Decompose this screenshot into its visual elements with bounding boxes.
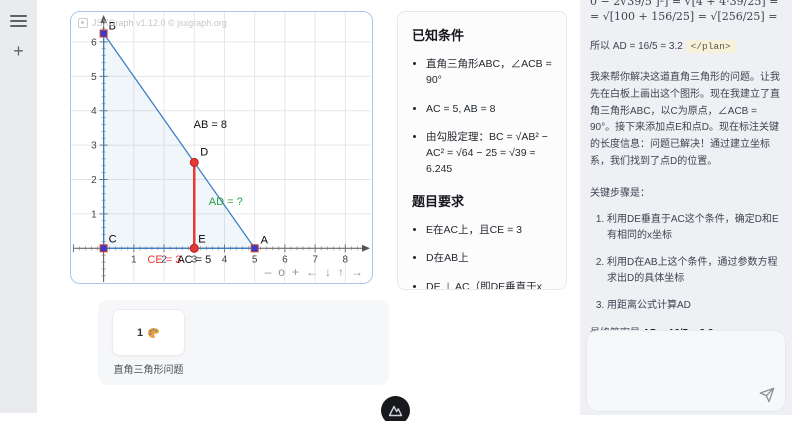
y-tick-label: 6 bbox=[91, 37, 97, 48]
y-tick-label: 2 bbox=[91, 175, 97, 186]
known-condition-item: AC = 5, AB = 8 bbox=[426, 102, 552, 118]
problem-info-panel: 已知条件 直角三角形ABC，∠ACB = 90° AC = 5, AB = 8 由勾… bbox=[397, 11, 567, 290]
watermark-text: JSXGraph v1.12.0 © jsxgraph.org bbox=[92, 18, 227, 28]
graph-nav-control-0[interactable]: – bbox=[265, 266, 272, 278]
palette-icon bbox=[147, 327, 160, 339]
whiteboard-panel: 12345678123456AB = 8AD = ?CE = 3AC = 5BC… bbox=[70, 11, 373, 284]
y-tick-label: 1 bbox=[91, 209, 97, 220]
known-conditions-list: 直角三角形ABC，∠ACB = 90° AC = 5, AB = 8 由勾股定理：B… bbox=[412, 57, 552, 178]
x-tick-label: 1 bbox=[131, 254, 137, 265]
requirement-item: DE ⊥ AC（即DE垂直于x轴） bbox=[426, 280, 552, 290]
assistant-narration: 我来帮你解决这道直角三角形的问题。让我先在白板上画出这个图形。现在我建立了直角三… bbox=[590, 70, 782, 171]
requirement-item: D在AB上 bbox=[426, 251, 552, 267]
math-expression-line: 0 − 2√39/5 ]²] = √[4 + 4·39/25] = √[4 + … bbox=[590, 0, 782, 9]
app-window: + 12345678123456AB = 8AD = ?CE = 3AC = 5… bbox=[0, 0, 799, 421]
graph-nav-control-1[interactable]: o bbox=[278, 266, 285, 278]
graph-nav-control-2[interactable]: + bbox=[292, 266, 299, 278]
key-step-item: 用距离公式计算AD bbox=[607, 298, 782, 314]
point-B[interactable] bbox=[100, 30, 107, 37]
y-tick-label: 5 bbox=[91, 72, 97, 83]
page-title: 直角三角形问题 bbox=[98, 361, 199, 376]
logo-mountain-icon bbox=[388, 404, 403, 417]
x-tick-label: 7 bbox=[312, 254, 318, 265]
graph-nav-control-5[interactable]: ↑ bbox=[338, 266, 344, 278]
graph-nav-controls: –o + ← ↓ ↑ → bbox=[265, 266, 363, 278]
known-condition-item: 由勾股定理：BC = √AB² − AC² = √64 − 25 = √39 ≈… bbox=[426, 130, 552, 177]
point-E[interactable] bbox=[190, 244, 198, 252]
graph-text-label: AC = 5 bbox=[177, 254, 211, 266]
point-D[interactable] bbox=[190, 158, 198, 166]
known-conditions-title: 已知条件 bbox=[412, 25, 552, 44]
x-tick-label: 6 bbox=[282, 254, 288, 265]
x-tick-label: 5 bbox=[252, 254, 258, 265]
triangle-ABC[interactable] bbox=[104, 33, 255, 248]
x-axis-arrow bbox=[362, 245, 370, 252]
graph-text-label: AD = ? bbox=[209, 196, 243, 208]
requirements-title: 题目要求 bbox=[412, 191, 552, 210]
left-sidebar: + bbox=[0, 0, 37, 413]
key-steps-list: 利用DE垂直于AC这个条件，确定D和E有相同的x坐标利用D在AB上这个条件，通过… bbox=[590, 212, 782, 314]
chat-input[interactable] bbox=[595, 339, 777, 387]
point-label-E: E bbox=[198, 233, 205, 245]
jsxgraph-logo-icon bbox=[78, 18, 88, 28]
key-step-item: 利用DE垂直于AC这个条件，确定D和E有相同的x坐标 bbox=[607, 212, 782, 244]
paper-plane-icon[interactable] bbox=[759, 387, 775, 403]
graph-text-label: CE = 3 bbox=[147, 254, 181, 266]
requirement-item: E在AC上，且CE = 3 bbox=[426, 223, 552, 239]
page-number: 1 bbox=[137, 327, 143, 339]
plan-result-line: 所以 AD = 16/5 = 3.2 </plan> bbox=[590, 39, 782, 55]
math-expression-line: = √[100 + 156/25] = √[256/25] = 16/5 bbox=[590, 9, 782, 24]
plan-close-tag: </plan> bbox=[686, 40, 736, 53]
graph-text-label: AB = 8 bbox=[194, 119, 227, 131]
point-A[interactable] bbox=[251, 245, 258, 252]
graph-svg[interactable]: 12345678123456AB = 8AD = ?CE = 3AC = 5BC… bbox=[71, 12, 371, 282]
y-tick-label: 4 bbox=[91, 106, 97, 117]
point-label-A: A bbox=[261, 234, 269, 246]
plan-result-text: 所以 AD = 16/5 = 3.2 bbox=[590, 41, 686, 52]
point-label-D: D bbox=[200, 146, 208, 158]
x-tick-label: 8 bbox=[343, 254, 349, 265]
x-tick-label: 4 bbox=[222, 254, 228, 265]
known-condition-item: 直角三角形ABC，∠ACB = 90° bbox=[426, 57, 552, 89]
plus-icon[interactable]: + bbox=[10, 44, 27, 61]
key-steps-title: 关键步骤是： bbox=[590, 186, 782, 202]
app-logo-button[interactable] bbox=[381, 396, 410, 421]
pages-panel: 1 直角三角形问题 bbox=[98, 300, 389, 385]
hamburger-menu-icon[interactable] bbox=[10, 12, 27, 29]
jsxgraph-watermark: JSXGraph v1.12.0 © jsxgraph.org bbox=[78, 18, 227, 28]
graph-nav-control-6[interactable]: → bbox=[351, 266, 363, 278]
page-thumbnail-card[interactable]: 1 bbox=[112, 309, 185, 356]
requirements-list: E在AC上，且CE = 3 D在AB上 DE ⊥ AC（即DE垂直于x轴） bbox=[412, 223, 552, 291]
point-label-C: C bbox=[109, 233, 117, 245]
chat-input-box bbox=[586, 330, 786, 412]
key-step-item: 利用D在AB上这个条件，通过参数方程求出D的具体坐标 bbox=[607, 255, 782, 287]
chat-panel: 0 − 2√39/5 ]²] = √[4 + 4·39/25] = √[4 + … bbox=[580, 0, 792, 415]
graph-nav-control-3[interactable]: ← bbox=[306, 266, 318, 278]
y-tick-label: 3 bbox=[91, 141, 97, 152]
graph-nav-control-4[interactable]: ↓ bbox=[325, 266, 331, 278]
point-C[interactable] bbox=[100, 245, 107, 252]
